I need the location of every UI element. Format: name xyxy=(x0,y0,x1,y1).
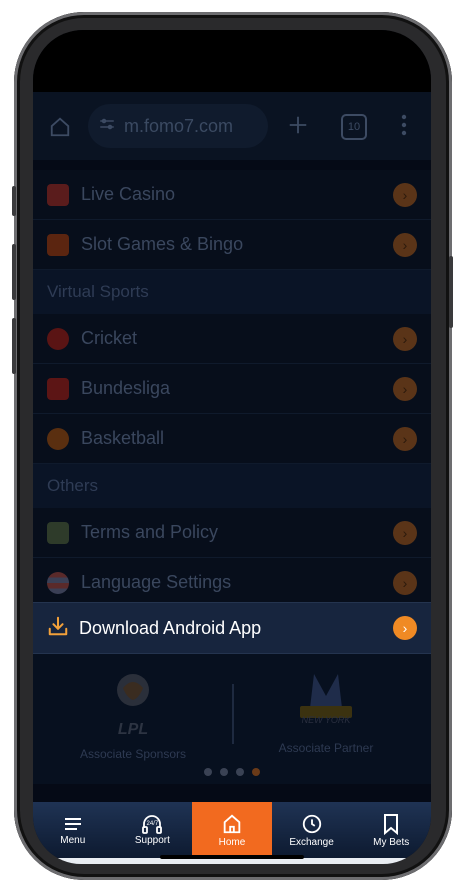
download-android-app-button[interactable]: Download Android App › xyxy=(33,602,431,654)
site-settings-icon[interactable] xyxy=(98,115,116,138)
carousel-dot[interactable] xyxy=(204,768,212,776)
overflow-menu-icon[interactable] xyxy=(397,112,411,138)
menu-item-basketball[interactable]: Basketball › xyxy=(33,414,431,464)
clock-icon xyxy=(302,814,321,833)
tab-home[interactable]: Home xyxy=(192,802,272,858)
chevron-right-icon: › xyxy=(393,376,417,401)
download-icon xyxy=(47,615,69,642)
carousel-dot-active[interactable] xyxy=(252,768,260,776)
carousel-dots xyxy=(33,768,431,776)
menu-item-live-casino[interactable]: Live Casino › xyxy=(33,170,431,220)
home-indicator[interactable] xyxy=(160,855,304,859)
new-tab-icon[interactable] xyxy=(285,112,311,138)
tab-my-bets-label: My Bets xyxy=(373,836,410,848)
bookmark-icon xyxy=(384,813,399,835)
home-icon[interactable] xyxy=(47,114,73,140)
lpl-logo-text: LPL xyxy=(117,721,149,738)
menu-item-terms[interactable]: Terms and Policy › xyxy=(33,508,431,558)
basketball-icon xyxy=(47,427,69,450)
section-others: Others xyxy=(33,464,431,508)
url-text: m.fomo7.com xyxy=(124,115,234,136)
phone-volume-up xyxy=(12,244,16,300)
associate-partner-caption: Associate Partner xyxy=(278,741,374,755)
tab-exchange[interactable]: Exchange xyxy=(272,802,352,858)
download-label: Download Android App xyxy=(79,617,262,638)
home-icon xyxy=(223,814,241,833)
slot-icon xyxy=(47,233,69,256)
cricket-ball-icon xyxy=(47,327,69,350)
tab-exchange-label: Exchange xyxy=(289,836,334,848)
tab-support-label: Support xyxy=(134,835,170,846)
menu-item-slot-games[interactable]: Slot Games & Bingo › xyxy=(33,220,431,270)
tab-menu[interactable]: Menu xyxy=(33,802,113,858)
address-bar[interactable]: m.fomo7.com xyxy=(88,104,268,148)
tab-home-label: Home xyxy=(218,836,246,848)
bottom-tab-bar: Menu 24/7 Support Home Exchange My Bets xyxy=(33,802,431,858)
new-york-logo-text: NEW YORK xyxy=(301,715,351,725)
phone-side-button xyxy=(12,186,16,216)
chevron-right-icon: › xyxy=(393,520,417,545)
bundesliga-icon xyxy=(47,377,69,400)
us-flag-icon xyxy=(47,571,69,594)
support-badge: 24/7 xyxy=(146,821,159,827)
associate-partner: NEW YORK Associate Partner xyxy=(231,668,421,755)
phone-power-button xyxy=(449,256,453,328)
status-bar xyxy=(33,30,431,92)
associate-sponsor: LPL Associate Sponsors xyxy=(38,668,228,761)
chevron-right-icon: › xyxy=(393,182,417,207)
tab-menu-label: Menu xyxy=(60,834,86,846)
tabs-count: 10 xyxy=(347,121,361,133)
chevron-right-icon: › xyxy=(393,326,417,351)
section-virtual-sports: Virtual Sports xyxy=(33,270,431,314)
chevron-right-icon: › xyxy=(393,616,417,640)
browser-toolbar: m.fomo7.com 10 xyxy=(33,92,431,160)
tab-my-bets[interactable]: My Bets xyxy=(351,802,431,858)
menu-item-language[interactable]: Language Settings › xyxy=(33,558,431,608)
phone-volume-down xyxy=(12,318,16,374)
tabs-count-button[interactable]: 10 xyxy=(341,114,367,140)
chevron-right-icon: › xyxy=(393,426,417,451)
associate-sponsors-caption: Associate Sponsors xyxy=(79,747,187,761)
carousel-dot[interactable] xyxy=(220,768,228,776)
menu-item-cricket[interactable]: Cricket › xyxy=(33,314,431,364)
menu-item-bundesliga[interactable]: Bundesliga › xyxy=(33,364,431,414)
phone-screen: m.fomo7.com 10 Live Casino › Slot Games … xyxy=(33,30,431,864)
tab-support[interactable]: 24/7 Support xyxy=(113,802,193,858)
document-icon xyxy=(47,521,69,544)
chevron-right-icon: › xyxy=(393,232,417,257)
side-menu-list: Live Casino › Slot Games & Bingo › Virtu… xyxy=(33,170,431,608)
hamburger-icon xyxy=(64,817,81,830)
sponsors-section: LPL Associate Sponsors NEW YORK Associat… xyxy=(33,654,431,784)
chevron-right-icon: › xyxy=(393,570,417,595)
casino-icon xyxy=(47,183,69,206)
carousel-dot[interactable] xyxy=(236,768,244,776)
